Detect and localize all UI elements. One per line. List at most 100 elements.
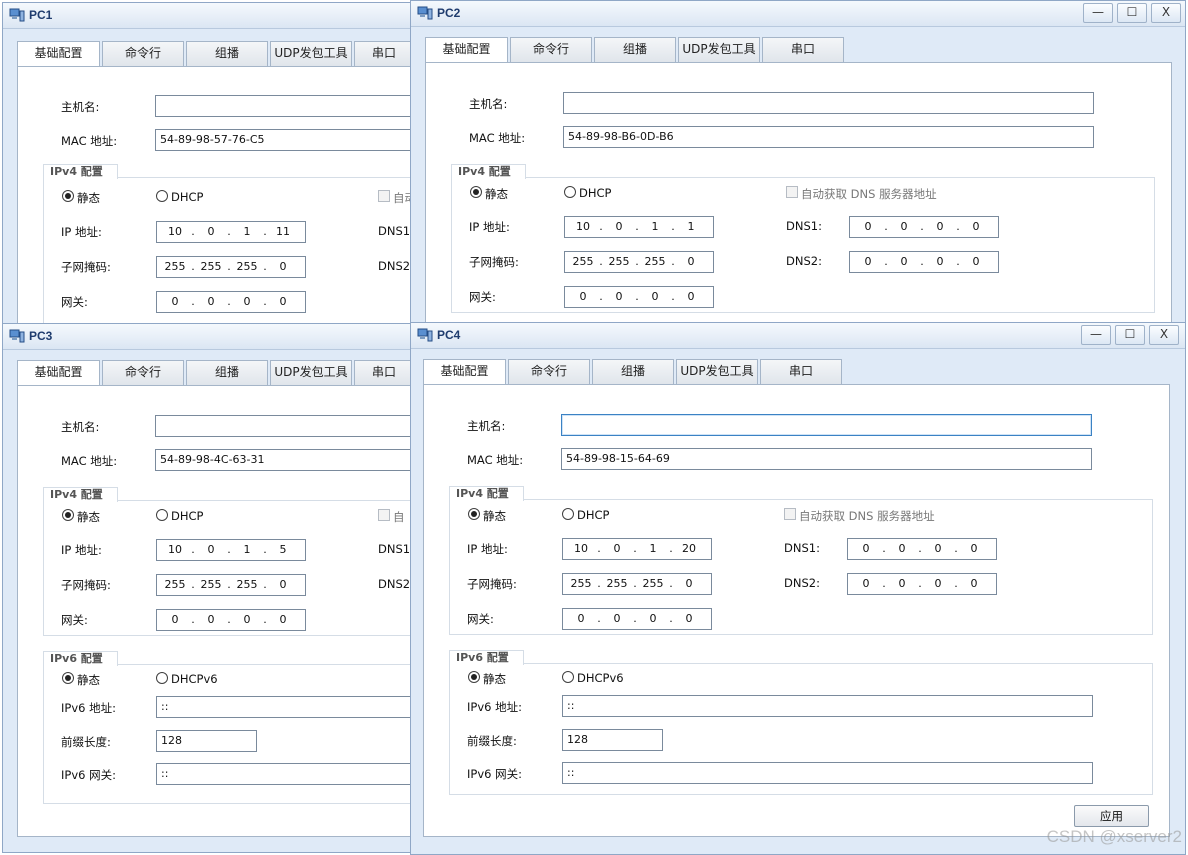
tab-multicast[interactable]: 组播 <box>186 360 268 385</box>
prefix-length-input[interactable]: 128 <box>562 729 663 751</box>
dhcpv6-label: DHCPv6 <box>577 671 624 685</box>
tab-udp-tool[interactable]: UDP发包工具 <box>676 359 758 384</box>
tab-udp-tool[interactable]: UDP发包工具 <box>270 360 352 385</box>
ipv6-address-input[interactable]: :: <box>562 695 1093 717</box>
tab-serial[interactable]: 串口 <box>354 41 411 66</box>
gateway-input[interactable]: 0. 0. 0. 0 <box>156 609 306 631</box>
ip-address-input[interactable]: 10. 0. 1. 11 <box>156 221 306 243</box>
pc1-titlebar[interactable]: PC1 <box>3 3 411 29</box>
mac-field[interactable]: 54-89-98-4C-63-31 <box>155 449 411 471</box>
gateway-input[interactable]: 0. 0. 0. 0 <box>562 608 712 630</box>
dhcp-radio[interactable] <box>156 509 168 521</box>
tab-basic-config[interactable]: 基础配置 <box>17 41 100 68</box>
dns1-input[interactable]: 0. 0. 0. 0 <box>849 216 999 238</box>
watermark: CSDN @xserver2 <box>1046 827 1182 846</box>
dot: . <box>635 220 639 233</box>
tab-serial[interactable]: 串口 <box>760 359 842 384</box>
octet: 0 <box>171 613 179 626</box>
hostname-input[interactable] <box>563 92 1094 114</box>
subnet-mask-input[interactable]: 255. 255. 255. 0 <box>156 256 306 278</box>
apply-button[interactable]: 应用 <box>1074 805 1149 827</box>
tab-serial[interactable]: 串口 <box>762 37 844 62</box>
gateway-input[interactable]: 0. 0. 0. 0 <box>564 286 714 308</box>
tab-basic-config[interactable]: 基础配置 <box>425 37 508 64</box>
tab-command-line[interactable]: 命令行 <box>510 37 592 62</box>
tab-multicast[interactable]: 组播 <box>186 41 268 66</box>
ip-address-input[interactable]: 10. 0. 1. 20 <box>562 538 712 560</box>
octet: 5 <box>279 543 287 556</box>
hostname-input[interactable] <box>155 95 411 117</box>
dot: . <box>633 577 637 590</box>
mac-field[interactable]: 54-89-98-B6-0D-B6 <box>563 126 1094 148</box>
octet: 0 <box>900 220 908 233</box>
maximize-button[interactable]: ☐ <box>1117 3 1147 23</box>
dhcp-radio[interactable] <box>156 190 168 202</box>
mask-label: 子网掩码: <box>61 578 111 592</box>
tab-multicast[interactable]: 组播 <box>594 37 676 62</box>
dhcp-radio[interactable] <box>564 186 576 198</box>
minimize-button[interactable]: — <box>1081 325 1111 345</box>
ipv6-static-radio[interactable] <box>468 671 480 683</box>
pc2-titlebar[interactable]: PC2 — ☐ X <box>411 1 1185 27</box>
static-radio[interactable] <box>62 190 74 202</box>
static-radio[interactable] <box>468 508 480 520</box>
octet: 0 <box>279 295 287 308</box>
hostname-label: 主机名: <box>61 100 100 114</box>
subnet-mask-input[interactable]: 255. 255. 255. 0 <box>562 573 712 595</box>
octet: 1 <box>243 225 251 238</box>
tab-udp-tool[interactable]: UDP发包工具 <box>270 41 352 66</box>
octet: 0 <box>687 290 695 303</box>
octet: 255 <box>570 577 592 590</box>
tab-command-line[interactable]: 命令行 <box>508 359 590 384</box>
dhcpv6-radio[interactable] <box>562 671 574 683</box>
dns2-input[interactable]: 0. 0. 0. 0 <box>849 251 999 273</box>
ipv6-group-title: IPv6 配置 <box>43 651 118 666</box>
hostname-input[interactable] <box>561 414 1092 436</box>
minimize-button[interactable]: — <box>1083 3 1113 23</box>
tab-udp-tool[interactable]: UDP发包工具 <box>678 37 760 62</box>
subnet-mask-input[interactable]: 255. 255. 255. 0 <box>564 251 714 273</box>
tab-command-line[interactable]: 命令行 <box>102 41 184 66</box>
dot: . <box>884 220 888 233</box>
ip-address-input[interactable]: 10. 0. 1. 1 <box>564 216 714 238</box>
dns1-input[interactable]: 0. 0. 0. 0 <box>847 538 997 560</box>
pc3-titlebar[interactable]: PC3 <box>3 324 411 350</box>
octet: 0 <box>685 612 693 625</box>
tab-serial[interactable]: 串口 <box>354 360 411 385</box>
dot: . <box>633 612 637 625</box>
auto-dns-checkbox[interactable] <box>378 509 390 521</box>
octet: 0 <box>207 613 215 626</box>
dhcpv6-radio[interactable] <box>156 672 168 684</box>
prefix-length-input[interactable]: 128 <box>156 730 257 752</box>
ip-address-input[interactable]: 10. 0. 1. 5 <box>156 539 306 561</box>
dhcp-radio[interactable] <box>562 508 574 520</box>
hostname-input[interactable] <box>155 415 411 437</box>
pc4-titlebar[interactable]: PC4 — ☐ X <box>411 323 1185 349</box>
close-button[interactable]: X <box>1149 325 1179 345</box>
close-button[interactable]: X <box>1151 3 1181 23</box>
auto-dns-label: 自 <box>393 510 405 524</box>
subnet-mask-input[interactable]: 255. 255. 255. 0 <box>156 574 306 596</box>
gateway-input[interactable]: 0. 0. 0. 0 <box>156 291 306 313</box>
tab-command-line[interactable]: 命令行 <box>102 360 184 385</box>
octet: 1 <box>651 220 659 233</box>
ipv6-gateway-input[interactable]: :: <box>562 762 1093 784</box>
mac-field[interactable]: 54-89-98-15-64-69 <box>561 448 1092 470</box>
ipv6-address-input[interactable]: :: <box>156 696 411 718</box>
auto-dns-checkbox[interactable] <box>786 186 798 198</box>
maximize-button[interactable]: ☐ <box>1115 325 1145 345</box>
ipv6-gateway-input[interactable]: :: <box>156 763 411 785</box>
mac-field[interactable]: 54-89-98-57-76-C5 <box>155 129 411 151</box>
ipv4-group: IPv4 配置 静态 DHCP 自动获取 DNS 服务器地址 IP 地址: 10… <box>451 164 1155 313</box>
auto-dns-checkbox[interactable] <box>784 508 796 520</box>
dns2-input[interactable]: 0. 0. 0. 0 <box>847 573 997 595</box>
tab-basic-config[interactable]: 基础配置 <box>17 360 100 387</box>
static-radio[interactable] <box>470 186 482 198</box>
tab-basic-config[interactable]: 基础配置 <box>423 359 506 386</box>
static-radio[interactable] <box>62 509 74 521</box>
auto-dns-checkbox[interactable] <box>378 190 390 202</box>
ipv4-group-title: IPv4 配置 <box>449 486 524 501</box>
octet: 0 <box>651 290 659 303</box>
ipv6-static-radio[interactable] <box>62 672 74 684</box>
tab-multicast[interactable]: 组播 <box>592 359 674 384</box>
